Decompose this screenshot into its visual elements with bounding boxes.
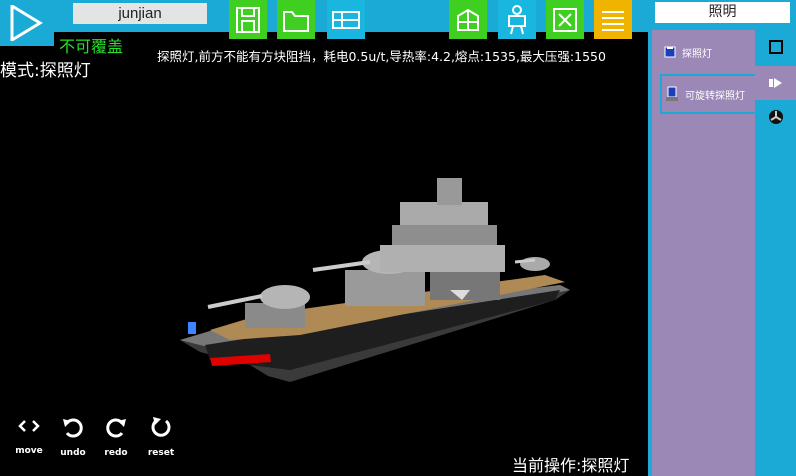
part-list: 探照灯 可旋转探照灯: [648, 30, 759, 476]
delete-icon: [553, 7, 577, 32]
reset-icon: [151, 417, 171, 437]
mech-button[interactable]: [498, 0, 536, 39]
redo-icon: [106, 418, 126, 438]
menu-button[interactable]: [594, 0, 632, 39]
cube-view-button[interactable]: [449, 0, 487, 39]
category-tabs: [755, 30, 796, 476]
move-button[interactable]: move: [9, 416, 49, 456]
delete-button[interactable]: [546, 0, 584, 39]
searchlight-block: [188, 322, 196, 334]
add-part-icon: [332, 10, 360, 29]
reset-button[interactable]: reset: [141, 416, 181, 458]
save-button[interactable]: [229, 0, 267, 39]
add-part-button[interactable]: [327, 0, 365, 39]
cube-view-icon: [457, 8, 479, 31]
part-item-label: 探照灯: [682, 48, 712, 60]
searchlight-icon: [664, 46, 676, 58]
vehicle-name-input[interactable]: [73, 3, 207, 24]
mid-gun: [312, 260, 371, 272]
bridge-mid: [392, 225, 497, 245]
undo-icon: [63, 418, 83, 438]
tab-propulsion[interactable]: [755, 100, 796, 134]
move-icon: [18, 420, 40, 432]
tab-lighting[interactable]: [755, 66, 796, 100]
tab-blocks[interactable]: [755, 30, 796, 64]
play-icon: [10, 5, 43, 41]
move-label: move: [15, 446, 43, 456]
funnel: [437, 178, 462, 205]
save-icon: [236, 6, 260, 33]
redo-button[interactable]: redo: [96, 416, 136, 458]
rear-turret: [520, 257, 550, 271]
rear-gun: [514, 258, 536, 264]
play-button[interactable]: [0, 0, 54, 46]
current-operation: 当前操作:探照灯: [512, 456, 630, 475]
mech-icon: [508, 4, 526, 34]
redo-label: redo: [104, 448, 128, 458]
bridge-upper: [400, 202, 488, 225]
fan-tab-icon: [768, 110, 783, 124]
part-description: 探照灯,前方不能有方块阻挡，耗电0.5u/t,导热率:4.2,熔点:1535,最…: [157, 49, 606, 64]
category-title[interactable]: 照明: [655, 2, 790, 23]
block-tab-icon: [768, 40, 783, 54]
forward-turret: [260, 285, 310, 309]
rotating-searchlight-icon: [666, 86, 678, 101]
undo-button[interactable]: undo: [53, 416, 93, 458]
part-item-label: 可旋转探照灯: [685, 90, 745, 102]
bridge-lower: [380, 245, 505, 272]
undo-label: undo: [60, 448, 86, 458]
3d-viewport[interactable]: [0, 70, 648, 460]
overwrite-status: 不可覆盖: [59, 37, 124, 56]
open-folder-icon: [283, 10, 309, 32]
mid-superstructure: [345, 270, 425, 306]
reset-label: reset: [147, 448, 175, 458]
part-item-rotating-searchlight[interactable]: 可旋转探照灯: [660, 74, 759, 114]
light-tab-icon: [768, 78, 782, 88]
open-button[interactable]: [277, 0, 315, 39]
menu-icon: [602, 10, 624, 31]
part-item-searchlight[interactable]: 探照灯: [660, 32, 759, 72]
